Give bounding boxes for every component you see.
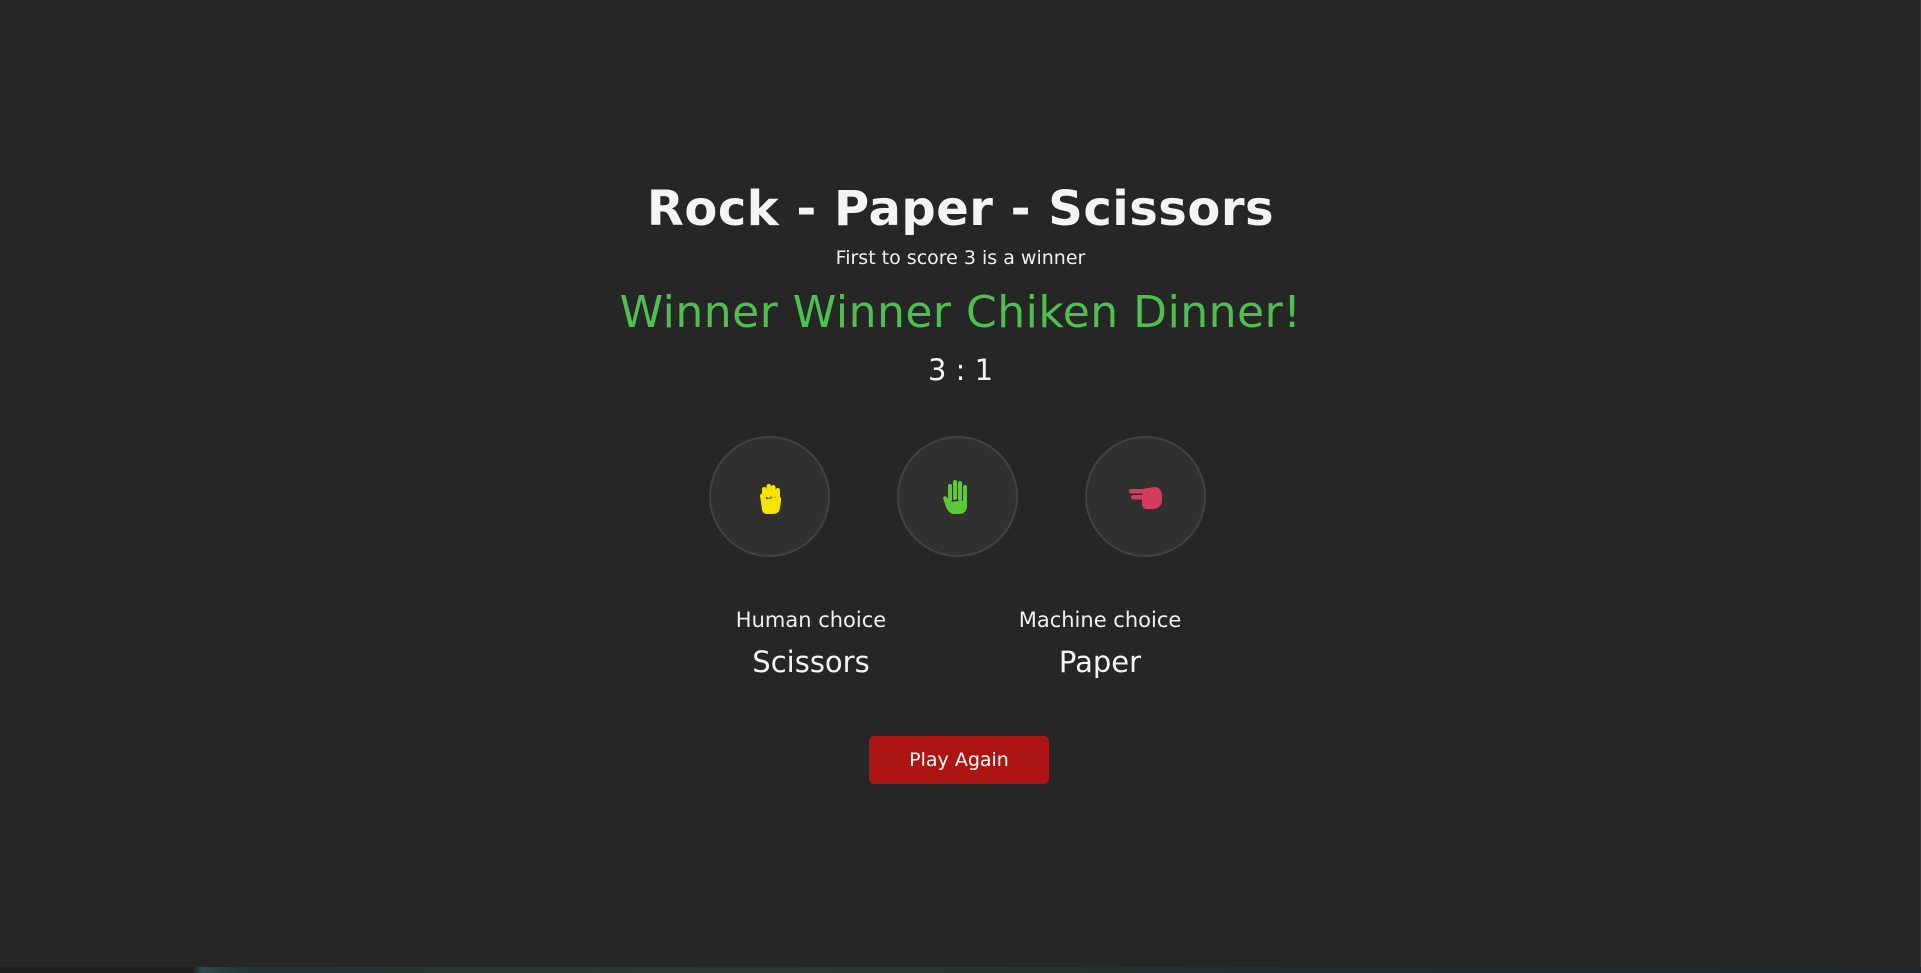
rock-button[interactable] <box>709 436 830 557</box>
game-page: Rock - Paper - Scissors First to score 3… <box>0 0 1921 973</box>
scissors-button[interactable] <box>1085 436 1206 557</box>
machine-choice-label: Machine choice <box>1018 608 1182 632</box>
score-display: 3 : 1 <box>927 353 994 387</box>
human-choice-value: Scissors <box>752 645 870 679</box>
scissors-hand-icon <box>1127 482 1165 512</box>
machine-choice-value: Paper <box>1058 645 1142 679</box>
taskbar-strip <box>0 967 1921 973</box>
open-hand-icon <box>941 478 975 516</box>
paper-button[interactable] <box>897 436 1018 557</box>
result-message: Winner Winner Chiken Dinner! <box>619 287 1302 338</box>
play-again-button[interactable]: Play Again <box>869 736 1049 784</box>
fist-icon <box>755 479 785 515</box>
human-choice-label: Human choice <box>735 608 887 632</box>
page-title: Rock - Paper - Scissors <box>646 181 1275 237</box>
machine-choice-panel: Machine choice Paper <box>980 606 1220 682</box>
rules-subtitle: First to score 3 is a winner <box>835 247 1086 269</box>
human-choice-panel: Human choice Scissors <box>691 606 931 682</box>
